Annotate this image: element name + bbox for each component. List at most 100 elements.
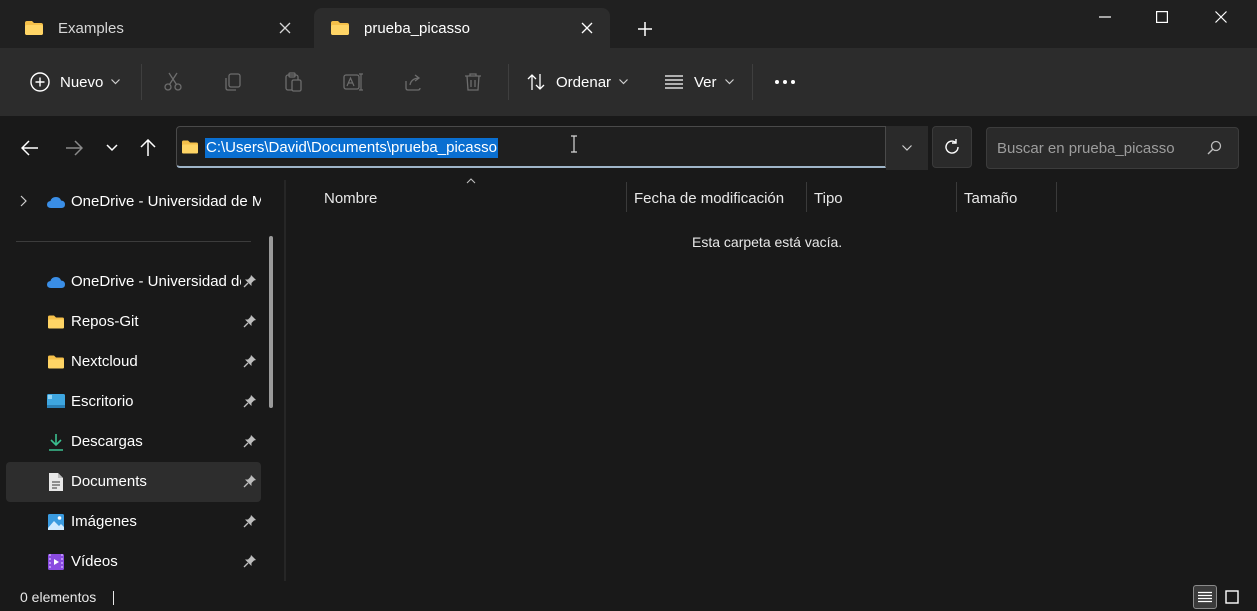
close-tab-icon[interactable] [578,19,596,37]
details-view-button[interactable] [1193,585,1217,609]
sidebar-item-label: OneDrive - Universidad de M [71,193,261,210]
minimize-icon [1099,16,1111,18]
chevron-down-icon [902,145,912,151]
more-options-button[interactable] [774,48,796,116]
sidebar-item-label: OneDrive - Universidad de Málaga [71,273,241,290]
details-view-icon [1198,591,1212,603]
chevron-right-icon[interactable] [20,195,27,207]
share-icon [403,72,423,92]
large-icons-view-icon [1225,590,1239,604]
pin-icon[interactable] [243,514,257,528]
forward-button[interactable] [60,134,88,162]
sidebar-item-label: Vídeos [71,553,118,570]
view-label: Ver [694,73,717,91]
arrow-left-icon [21,140,38,156]
column-divider[interactable] [1056,182,1057,212]
cloud-icon [46,192,66,212]
pin-icon[interactable] [243,354,257,368]
copy-icon [223,72,243,92]
paste-button[interactable] [283,48,303,116]
toolbar-separator [752,64,753,100]
sidebar-item-videos[interactable]: Vídeos [6,542,261,582]
sort-label: Ordenar [556,73,612,91]
cloud-icon [46,272,66,292]
sidebar-item-repos-git[interactable]: Repos-Git [6,302,261,342]
empty-folder-message: Esta carpeta está vacía. [692,234,843,250]
address-dropdown-button[interactable] [886,126,928,170]
sidebar-item-onedrive[interactable]: OneDrive - Universidad de Málaga [6,262,261,302]
sort-ascending-icon [466,178,476,184]
column-header-name[interactable]: Nombre [324,190,377,207]
tab-prueba-picasso[interactable]: prueba_picasso [314,8,610,48]
desktop-icon [46,392,66,412]
folder-icon [46,352,66,372]
new-button[interactable]: Nuevo [30,48,121,116]
column-header-type[interactable]: Tipo [814,190,843,207]
cut-button[interactable] [163,48,183,116]
item-count: 0 elementos [20,589,97,605]
video-icon [46,552,66,572]
pin-icon[interactable] [243,314,257,328]
new-tab-button[interactable] [632,16,658,42]
paste-icon [283,72,303,92]
text-cursor-icon [570,135,578,153]
status-separator [113,591,114,605]
sidebar-divider [16,241,251,242]
sort-button[interactable]: Ordenar [526,48,628,116]
toolbar-separator [141,64,142,100]
delete-button[interactable] [463,48,483,116]
pin-icon[interactable] [243,474,257,488]
sidebar-item-documents[interactable]: Documents [6,462,261,502]
back-button[interactable] [16,134,44,162]
address-bar[interactable]: C:\Users\David\Documents\prueba_picasso [176,126,886,168]
folder-icon [24,20,44,36]
recent-locations-button[interactable] [98,134,126,162]
tab-examples[interactable]: Examples [8,8,308,48]
column-header-modified[interactable]: Fecha de modificación [634,190,784,207]
column-divider[interactable] [806,182,807,212]
close-tab-icon[interactable] [276,19,294,37]
rename-icon [343,72,365,92]
view-button[interactable]: Ver [664,48,734,116]
copy-button[interactable] [223,48,243,116]
folder-icon [46,312,66,332]
column-header-size[interactable]: Tamaño [964,190,1017,207]
sidebar-item-label: Repos-Git [71,313,139,330]
sidebar-item-escritorio[interactable]: Escritorio [6,382,261,422]
minimize-button[interactable] [1076,0,1134,34]
maximize-button[interactable] [1133,0,1191,34]
search-box[interactable]: Buscar en prueba_picasso [986,127,1239,169]
pin-icon[interactable] [243,434,257,448]
arrow-right-icon [66,140,83,156]
sidebar-item-label: Documents [71,473,147,490]
pin-icon[interactable] [243,554,257,568]
folder-icon [181,140,199,154]
column-divider[interactable] [626,182,627,212]
address-path-text[interactable]: C:\Users\David\Documents\prueba_picasso [205,138,498,158]
refresh-button[interactable] [932,126,972,168]
pin-icon[interactable] [243,394,257,408]
download-icon [46,432,66,452]
up-button[interactable] [134,134,162,162]
trash-icon [463,72,483,92]
sidebar-item-imagenes[interactable]: Imágenes [6,502,261,542]
maximize-icon [1156,11,1168,23]
large-icons-view-button[interactable] [1220,585,1244,609]
sidebar-item-nextcloud[interactable]: Nextcloud [6,342,261,382]
close-window-button[interactable] [1192,0,1250,34]
chevron-down-icon [619,79,628,85]
sidebar-item-onedrive-top[interactable]: OneDrive - Universidad de M [6,182,261,222]
chevron-down-icon [111,79,121,85]
sidebar-scrollbar[interactable] [269,236,273,408]
rename-button[interactable] [343,48,365,116]
pin-icon[interactable] [243,274,257,288]
plus-icon [638,22,652,36]
share-button[interactable] [403,48,423,116]
sidebar-item-descargas[interactable]: Descargas [6,422,261,462]
refresh-icon [945,139,959,154]
add-circle-icon [30,72,50,92]
chevron-down-icon [724,79,734,85]
search-icon [1206,140,1222,156]
column-divider[interactable] [956,182,957,212]
folder-icon [330,20,350,36]
